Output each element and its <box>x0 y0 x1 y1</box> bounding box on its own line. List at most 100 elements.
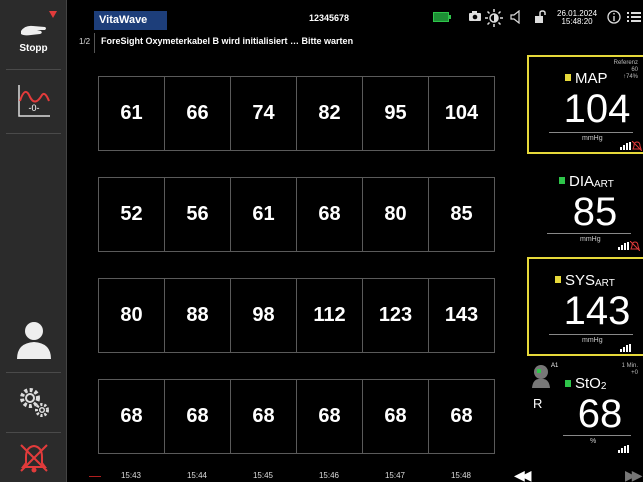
parameter-unit: % <box>590 438 597 445</box>
sidebar-divider <box>6 133 61 134</box>
signal-bars-icon <box>620 142 631 150</box>
brightness-icon[interactable] <box>485 9 503 27</box>
page-indicator[interactable]: 1/2 <box>79 37 90 46</box>
sensor-head-icon <box>532 365 550 388</box>
parameter-unit: mmHg <box>580 236 601 243</box>
time-label: 15:45 <box>252 471 274 480</box>
reference-label: Referenz <box>613 60 638 66</box>
time-marker <box>89 476 101 477</box>
tile-divider <box>549 334 633 335</box>
signal-bars-icon <box>618 445 629 453</box>
table-cell: 68 <box>165 380 231 453</box>
tile-dia[interactable]: DIAART 85 mmHg <box>527 160 643 257</box>
table-cell: 143 <box>444 304 479 326</box>
table-cell: 56 <box>165 178 231 251</box>
table-cell: 74 <box>231 77 297 150</box>
table-cell: 68 <box>450 405 473 427</box>
volume-icon[interactable] <box>510 10 522 24</box>
time-label: 15:47 <box>384 471 406 480</box>
parameter-name-main: StO <box>575 375 601 392</box>
parameter-value: 104 <box>563 87 631 131</box>
trend-button[interactable]: -0- <box>0 72 67 130</box>
parameter-name-sub: ART <box>595 278 615 289</box>
tile-sys[interactable]: SYSART 143 mmHg <box>527 257 643 356</box>
patient-icon <box>16 322 51 359</box>
alarm-off-icon <box>630 241 640 251</box>
tile-divider <box>563 435 631 436</box>
trend-row-map: 61 66 74 82 95 104 <box>98 76 495 151</box>
parameter-value: 85 <box>572 190 618 234</box>
app-name: VitaWave <box>94 11 167 30</box>
table-cell: 52 <box>99 178 165 251</box>
table-cell: 61 <box>99 77 165 150</box>
sidebar-divider <box>6 372 61 373</box>
top-bar: VitaWave 12345678 26.01.2024 15:48:20 <box>67 0 643 32</box>
settings-button[interactable] <box>0 374 67 430</box>
table-cell: 98 <box>231 279 297 352</box>
stop-hand-icon <box>20 25 46 35</box>
settings-gears-icon <box>19 388 49 417</box>
battery-icon <box>433 12 451 22</box>
tile-divider <box>547 233 631 234</box>
parameter-name: DIAART <box>569 173 614 190</box>
yellow-flag-icon <box>565 74 571 81</box>
status-message: ForeSight Oxymeterkabel B wird initialis… <box>101 36 354 46</box>
table-cell: 68 <box>231 380 297 453</box>
trend-glyph: -0- <box>28 103 39 113</box>
scroll-forward-icon[interactable]: ▶▶ <box>625 467 642 482</box>
patient-button[interactable] <box>0 308 67 370</box>
alarm-silence-button[interactable] <box>0 434 67 482</box>
table-cell: 61 <box>231 178 297 251</box>
green-flag-icon <box>565 380 571 387</box>
time-label: 15:43 <box>120 471 142 480</box>
patient-id[interactable]: 12345678 <box>309 13 349 23</box>
message-divider <box>94 33 95 53</box>
time-label: 15:48 <box>450 471 472 480</box>
camera-icon[interactable] <box>468 10 482 22</box>
trend-icon: -0- <box>17 85 50 117</box>
table-cell: 68 <box>297 380 363 453</box>
trend-row-dia: 52 56 61 68 80 85 <box>98 177 495 252</box>
tile-sto2[interactable]: A1 R 1 Min. +0 StO2 68 % <box>527 360 643 460</box>
sidebar-divider <box>6 69 61 70</box>
table-cell: 95 <box>363 77 429 150</box>
trend-row-sto2: 68 68 68 68 68 68 <box>98 379 495 454</box>
message-bar: 1/2 ForeSight Oxymeterkabel B wird initi… <box>67 32 527 54</box>
parameter-value: 143 <box>563 289 631 333</box>
time-axis: 15:43 15:44 15:45 15:46 15:47 15:48 ◀◀ ▶… <box>67 466 643 482</box>
signal-bars-icon <box>620 344 631 352</box>
signal-bars-icon <box>618 242 629 250</box>
interval-delta: +0 <box>631 370 638 376</box>
table-cell: 66 <box>165 77 231 150</box>
parameter-unit: mmHg <box>582 337 603 344</box>
parameter-name: SYSART <box>565 272 615 289</box>
date-time[interactable]: 26.01.2024 15:48:20 <box>557 10 597 26</box>
table-cell: 104 <box>444 102 479 124</box>
info-icon[interactable] <box>607 10 621 24</box>
alarm-bell-icon <box>19 444 48 473</box>
alarm-off-icon <box>632 141 642 151</box>
reference-value: 60 <box>631 67 638 73</box>
trend-row-sys: 80 88 98 112 123 143 <box>98 278 495 353</box>
menu-icon[interactable] <box>627 10 641 24</box>
side-label: R <box>533 396 543 411</box>
table-cell: 112 <box>297 279 363 352</box>
time-label: 15:46 <box>318 471 340 480</box>
tile-map[interactable]: Referenz 60 ↑74% MAP 104 mmHg <box>527 55 643 154</box>
parameter-name: StO2 <box>575 375 606 392</box>
table-cell: 68 <box>363 380 429 453</box>
parameter-name: MAP <box>575 70 608 87</box>
reference-delta: ↑74% <box>622 74 638 80</box>
scroll-back-icon[interactable]: ◀◀ <box>514 467 531 482</box>
alarm-indicator-icon <box>49 11 57 18</box>
interval-label: 1 Min. <box>621 363 638 369</box>
sidebar-divider <box>6 432 61 433</box>
lock-icon[interactable] <box>534 10 546 24</box>
green-flag-icon <box>559 177 565 184</box>
time-label: 15:44 <box>186 471 208 480</box>
parameter-name-sub: 2 <box>600 381 607 392</box>
parameter-name-main: DIA <box>569 173 595 190</box>
stop-label: Stopp <box>19 42 48 54</box>
table-cell: 82 <box>297 77 363 150</box>
parameter-unit: mmHg <box>582 135 603 142</box>
